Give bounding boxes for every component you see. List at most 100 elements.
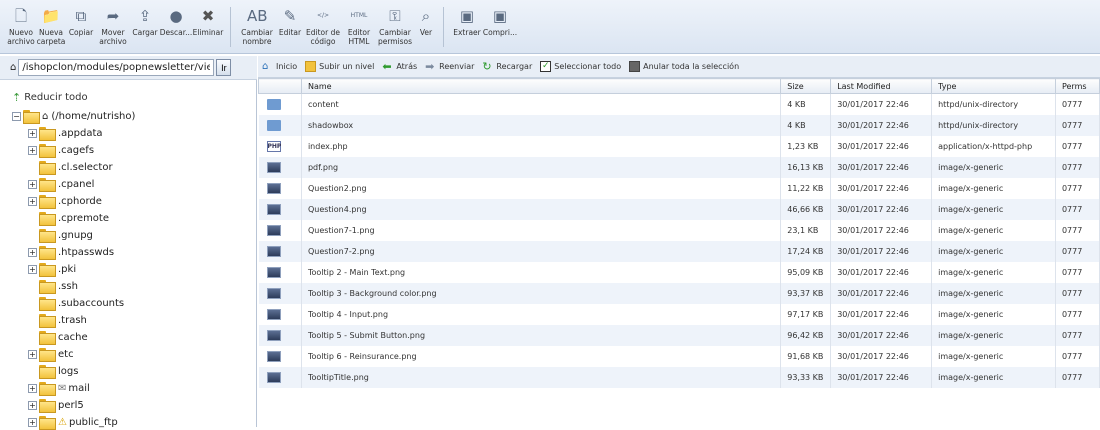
table-row[interactable]: Question4.png 46,66 KB 30/01/2017 22:46 ima… — [258, 198, 1100, 220]
expand-toggle-icon[interactable]: + — [28, 128, 37, 138]
tree-item[interactable]: + .pki — [28, 261, 76, 277]
toolbar-button-label: Editar — [278, 28, 302, 37]
tree-item[interactable]: + .cagefs — [28, 142, 94, 158]
deselect-all-button[interactable]: Anular toda la selección — [629, 61, 739, 72]
file-type: image/x-generic — [931, 240, 1056, 262]
tree-item[interactable]: + etc — [28, 346, 74, 362]
column-header-name[interactable]: Name — [300, 78, 782, 94]
table-row[interactable]: Tooltip 2 - Main Text.png 95,09 KB 30/01/2… — [258, 261, 1100, 283]
tree-item[interactable]: + .cphorde — [28, 193, 102, 209]
code-editor-button[interactable]: </> Editor de código — [303, 6, 343, 46]
tree-item[interactable]: logs — [28, 363, 78, 379]
expand-toggle-icon[interactable]: + — [28, 179, 37, 189]
file-icon-cell — [258, 114, 302, 136]
tree-item[interactable]: + ⚠ public_ftp — [28, 414, 118, 430]
folder-icon — [39, 229, 56, 243]
new-folder-icon: 📁 — [41, 7, 61, 25]
back-button[interactable]: ⬅ Atrás — [382, 61, 417, 72]
column-header-size[interactable]: Size — [780, 78, 832, 94]
file-name: shadowbox — [301, 114, 782, 136]
toolbar-separator — [443, 7, 444, 47]
delete-button[interactable]: ✖ Eliminar — [192, 6, 224, 37]
expand-toggle-icon[interactable]: + — [28, 247, 37, 257]
collapse-icon: ⇡ — [12, 91, 22, 104]
column-header-type[interactable]: Type — [931, 78, 1056, 94]
upload-button[interactable]: ⇪ Cargar — [130, 6, 160, 37]
move-file-button[interactable]: ➦ Mover archivo — [96, 6, 130, 46]
tree-item[interactable]: .trash — [28, 312, 87, 328]
table-row[interactable]: Tooltip 3 - Background color.png 93,37 KB… — [258, 282, 1100, 304]
rename-button[interactable]: AB Cambiar nombre — [237, 6, 277, 46]
html-editor-button[interactable]: HTML Editor HTML — [343, 6, 375, 46]
copy-button[interactable]: ⧉ Copiar — [66, 6, 96, 37]
tree-root[interactable]: − ⌂ (/home/nutrisho) — [12, 108, 135, 124]
reload-button[interactable]: ↻ Recargar — [482, 61, 532, 72]
tree-item[interactable]: .gnupg — [28, 227, 93, 243]
file-perms: 0777 — [1055, 366, 1100, 388]
folder-icon — [39, 382, 56, 396]
tree-item[interactable]: .cl.selector — [28, 159, 113, 175]
download-button[interactable]: ● Descar... — [160, 6, 193, 37]
expand-toggle-icon[interactable]: + — [28, 145, 37, 155]
column-header-perms[interactable]: Perms — [1054, 78, 1100, 94]
view-button[interactable]: ⌕ Ver — [415, 6, 437, 37]
expand-toggle-icon[interactable]: + — [28, 383, 37, 393]
file-modified: 30/01/2017 22:46 — [830, 177, 933, 199]
table-row[interactable]: content 4 KB 30/01/2017 22:46 httpd/unix-di… — [258, 93, 1100, 115]
tree-item-label: mail — [68, 382, 90, 394]
upload-icon: ⇪ — [138, 7, 152, 25]
up-one-level-button[interactable]: Subir un nivel — [305, 61, 374, 72]
collapse-all-link[interactable]: ⇡ Reducir todo — [12, 91, 88, 104]
tree-item[interactable]: + perl5 — [28, 397, 84, 413]
home-label: Inicio — [276, 62, 298, 71]
tree-item[interactable]: .cpremote — [28, 210, 109, 226]
folder-icon — [39, 331, 56, 345]
expand-toggle-icon[interactable]: + — [28, 349, 37, 359]
table-row[interactable]: Tooltip 6 - Reinsurance.png 91,68 KB 30/01… — [258, 345, 1100, 367]
file-perms: 0777 — [1055, 135, 1100, 157]
file-name: Tooltip 6 - Reinsurance.png — [301, 345, 782, 367]
table-row[interactable]: pdf.png 16,13 KB 30/01/2017 22:46 image/x-g… — [258, 156, 1100, 178]
tree-item[interactable]: + .cpanel — [28, 176, 94, 192]
file-perms: 0777 — [1055, 324, 1100, 346]
tree-item-label: perl5 — [58, 399, 84, 411]
tree-item[interactable]: + .appdata — [28, 125, 103, 141]
expand-toggle-icon[interactable]: + — [28, 417, 37, 427]
collapse-toggle-icon[interactable]: − — [12, 111, 21, 121]
new-folder-button[interactable]: 📁 Nueva carpeta — [36, 6, 66, 46]
table-row[interactable]: Question7-2.png 17,24 KB 30/01/2017 22:46 i… — [258, 240, 1100, 262]
extract-button[interactable]: ▣ Extraer — [450, 6, 484, 37]
column-header-modified[interactable]: Last Modified — [830, 78, 933, 94]
toolbar-separator — [230, 7, 231, 47]
image-file-icon — [266, 266, 281, 278]
new-file-button[interactable]: 🗋 Nuevo archivo — [6, 6, 36, 46]
go-button[interactable]: Ir — [216, 59, 232, 76]
expand-toggle-icon[interactable]: + — [28, 196, 37, 206]
compress-button[interactable]: ▣ Compri... — [483, 6, 517, 37]
toolbar-button-label: Eliminar — [192, 28, 224, 37]
file-icon-cell — [258, 198, 302, 220]
file-type: image/x-generic — [931, 324, 1056, 346]
folder-icon — [39, 365, 56, 379]
view-icon: ⌕ — [421, 7, 431, 25]
table-row[interactable]: Question2.png 11,22 KB 30/01/2017 22:46 ima… — [258, 177, 1100, 199]
home-button[interactable]: ⌂ Inicio — [262, 61, 297, 72]
expand-toggle-icon[interactable]: + — [28, 400, 37, 410]
tree-item[interactable]: .subaccounts — [28, 295, 124, 311]
tree-item[interactable]: cache — [28, 329, 88, 345]
table-row[interactable]: Question7-1.png 23,1 KB 30/01/2017 22:46 im… — [258, 219, 1100, 241]
path-input[interactable] — [18, 59, 215, 76]
table-row[interactable]: shadowbox 4 KB 30/01/2017 22:46 httpd/unix-… — [258, 114, 1100, 136]
tree-item[interactable]: .ssh — [28, 278, 78, 294]
expand-toggle-icon[interactable]: + — [28, 264, 37, 274]
forward-button[interactable]: ➡ Reenviar — [425, 61, 474, 72]
table-row[interactable]: Tooltip 5 - Submit Button.png 96,42 KB 30/… — [258, 324, 1100, 346]
table-row[interactable]: Tooltip 4 - Input.png 97,17 KB 30/01/2017 … — [258, 303, 1100, 325]
edit-button[interactable]: ✎ Editar — [277, 6, 303, 37]
permissions-button[interactable]: ⚿ Cambiar permisos — [375, 6, 415, 46]
select-all-button[interactable]: ✓ Seleccionar todo — [540, 61, 621, 72]
table-row[interactable]: TooltipTitle.png 93,33 KB 30/01/2017 22:46… — [258, 366, 1100, 388]
table-row[interactable]: PHP index.php 1,23 KB 30/01/2017 22:46 appli… — [258, 135, 1100, 157]
tree-item[interactable]: + .htpasswds — [28, 244, 114, 260]
tree-item[interactable]: + ✉ mail — [28, 380, 90, 396]
